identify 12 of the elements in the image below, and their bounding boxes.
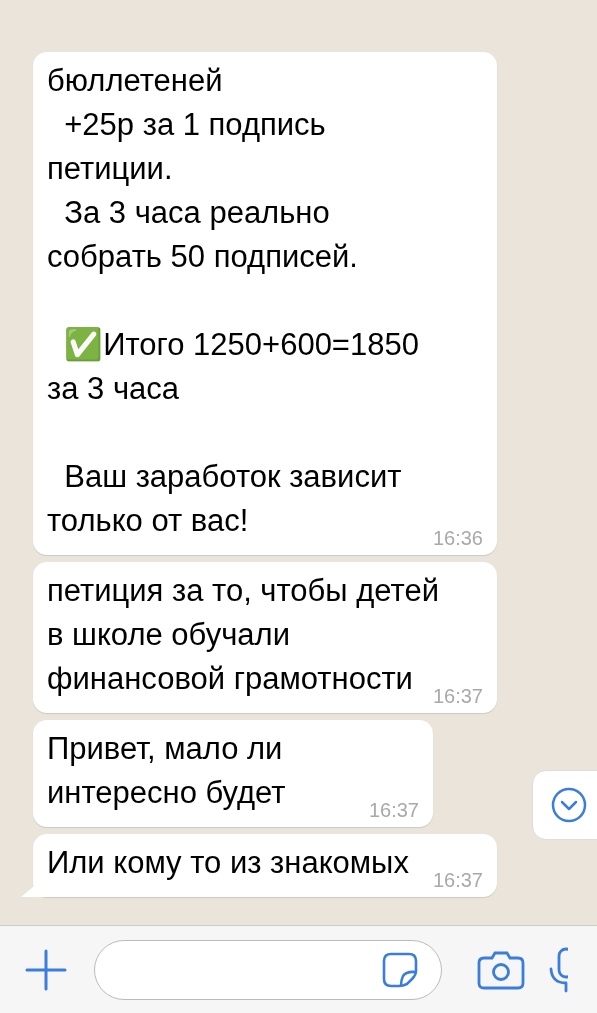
plus-icon[interactable] — [25, 948, 67, 991]
camera-icon[interactable] — [476, 949, 526, 990]
message-time: 16:37 — [432, 869, 483, 891]
message-text: Привет, мало ли интересно будет — [47, 731, 286, 810]
scroll-down-button[interactable] — [532, 770, 597, 840]
chevron-down-icon — [551, 787, 587, 823]
message-time: 16:36 — [432, 527, 483, 549]
message-time: 16:37 — [368, 799, 419, 821]
message-text: Или кому то из знакомых — [47, 845, 409, 880]
message-text: бюллетеней +25р за 1 подпись петиции. За 3 часа реально собрать 50 подписей. ✅Итого 1250+600=1850 за 3 часа Ваш заработок зависит только от вас! — [47, 63, 419, 538]
microphone-icon[interactable] — [548, 946, 568, 993]
sticker-icon[interactable] — [381, 950, 419, 989]
